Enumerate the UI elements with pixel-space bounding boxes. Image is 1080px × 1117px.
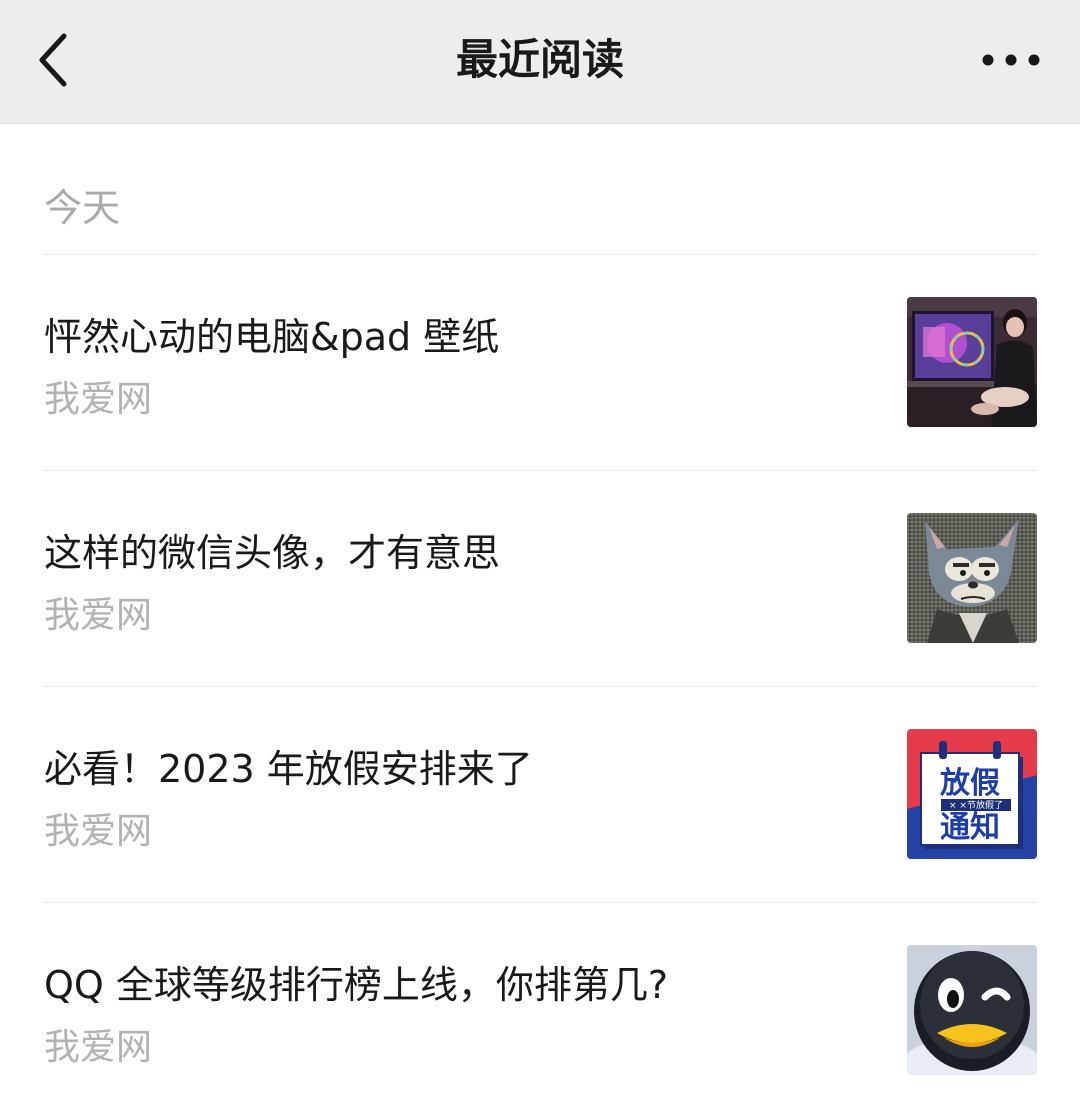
article-title: QQ 全球等级排行榜上线，你排第几? [44, 963, 669, 1007]
article-source: 我爱网 [44, 595, 153, 636]
section-header-today: 今天 [44, 186, 121, 230]
article-source: 我爱网 [44, 1027, 153, 1068]
article-source: 我爱网 [44, 811, 153, 852]
article-item[interactable]: 这样的微信头像，才有意思 我爱网 [0, 471, 1080, 685]
thumb-text-line2: 通知 [940, 810, 1000, 845]
article-item[interactable]: QQ 全球等级排行榜上线，你排第几? 我爱网 [0, 903, 1080, 1117]
article-thumbnail [907, 297, 1037, 427]
article-item[interactable]: 必看！2023 年放假安排来了 我爱网 放假 × ×节放假了 通知 [0, 687, 1080, 901]
qq-penguin-face [907, 945, 1037, 1075]
holiday-notice-calendar: 放假 × ×节放假了 通知 [907, 729, 1037, 859]
wallpaper-desk-photo [907, 297, 1037, 427]
article-title: 必看！2023 年放假安排来了 [44, 747, 533, 791]
article-thumbnail [907, 945, 1037, 1075]
more-dots-icon [982, 54, 1040, 66]
cartoon-cat-mosaic [907, 513, 1037, 643]
article-source: 我爱网 [44, 379, 153, 420]
navigation-bar: 最近阅读 [0, 0, 1080, 124]
recent-reading-list: 今天 怦然心动的电脑&pad 壁纸 我爱网 这样的微信头像，才有意思 我爱网 必… [0, 124, 1080, 1088]
article-thumbnail [907, 513, 1037, 643]
thumb-text-line1: 放假 [939, 766, 1000, 801]
article-title: 怦然心动的电脑&pad 壁纸 [44, 315, 500, 359]
article-title: 这样的微信头像，才有意思 [44, 531, 501, 575]
article-thumbnail: 放假 × ×节放假了 通知 [907, 729, 1037, 859]
more-options-button[interactable] [980, 38, 1042, 82]
article-item[interactable]: 怦然心动的电脑&pad 壁纸 我爱网 [0, 255, 1080, 469]
page-title: 最近阅读 [455, 35, 624, 84]
